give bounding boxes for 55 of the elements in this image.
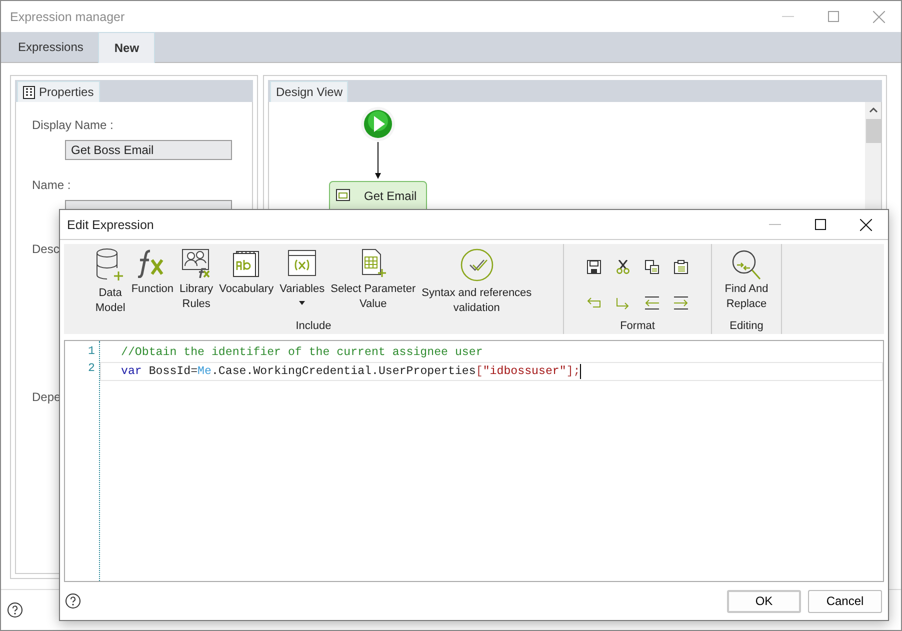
line-number: 1 [88,344,95,360]
text-field[interactable]: Get Boss Email [65,140,232,160]
copy-icon[interactable] [645,260,659,274]
group-label: Include [296,320,332,332]
field-label: Display Name : [32,118,114,132]
field-label: Desc [32,242,60,256]
ribbon-button[interactable]: Find And Replace [722,244,772,320]
paste-icon[interactable] [674,260,688,274]
field-label: Name : [32,178,71,192]
line-number: 2 [88,361,95,377]
connector-arrow [374,142,382,180]
group-label: Format [620,320,655,332]
screen-icon [336,189,350,201]
grid-icon [23,86,35,98]
maximize-icon[interactable] [815,219,826,230]
panel-tab-label: Properties [39,85,94,99]
cut-icon[interactable] [616,260,630,274]
save-icon[interactable] [587,260,601,274]
users-function-icon [181,248,212,278]
code-line: //Obtain the identifier of the current assignee user [121,345,483,361]
ribbon-button[interactable]: Data Model [92,248,128,316]
help-icon[interactable] [65,593,81,609]
notepad-icon [232,248,260,278]
ribbon-button[interactable]: Select Parameter Value [328,248,419,312]
ribbon-button[interactable]: Library Rules [176,248,216,312]
ribbon-button[interactable]: Syntax and references validation [418,248,535,316]
tab[interactable]: Expressions [3,32,98,62]
database-icon [95,248,126,282]
code-line: var BossId=Me.Case.WorkingCredential.UserProperties["idbossuser"]; [121,364,580,380]
help-icon[interactable] [7,602,23,618]
variable-icon [287,248,318,278]
ribbon-button[interactable]: Function [128,248,177,297]
cancel-button[interactable]: Cancel [808,590,882,612]
ok-button[interactable]: OK [727,590,801,612]
tab[interactable]: New [98,32,156,63]
check-circle-icon [460,248,494,282]
start-event-icon[interactable] [360,106,396,142]
indent-icon[interactable] [674,296,688,310]
table-add-icon [359,248,388,278]
field-label: Depe [32,390,61,404]
ribbon-button[interactable]: Variables [276,248,328,305]
outdent-icon[interactable] [645,296,659,310]
scroll-up-icon[interactable] [868,107,878,113]
task-label: Get Email [364,189,417,203]
window-title: Expression manager [10,10,125,24]
group-label: Editing [730,320,764,332]
panel-tab[interactable]: Design View [270,81,348,102]
panel-tab[interactable]: Properties [17,81,100,102]
scrollbar-thumb[interactable] [866,119,880,143]
find-replace-icon [730,248,762,282]
dialog-title: Edit Expression [67,218,154,232]
close-icon[interactable] [860,218,872,230]
ribbon-button[interactable]: Vocabulary [216,248,277,297]
text-cursor [580,364,582,379]
code-editor[interactable]: 1 2 //Obtain the identifier of the current assignee user var BossId=Me.Case.WorkingCredential.UserProperties["idbossuser"]; [64,340,884,582]
